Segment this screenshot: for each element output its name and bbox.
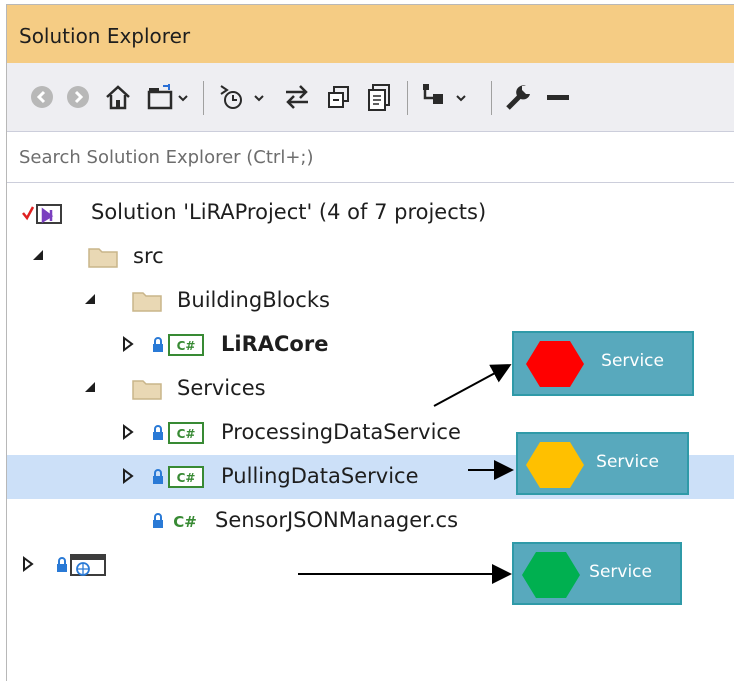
amber-hexagon-icon	[526, 442, 584, 488]
service-badge-red: Service	[512, 331, 694, 396]
service-badge-label: Service	[601, 351, 664, 371]
arrow-to-badge-1	[433, 364, 512, 407]
service-badge-label: Service	[589, 562, 652, 582]
service-badge-label: Service	[596, 452, 659, 472]
service-badge-amber: Service	[516, 432, 689, 495]
red-hexagon-icon	[526, 341, 584, 387]
service-badge-green: Service	[512, 542, 682, 605]
green-hexagon-icon	[522, 552, 580, 598]
